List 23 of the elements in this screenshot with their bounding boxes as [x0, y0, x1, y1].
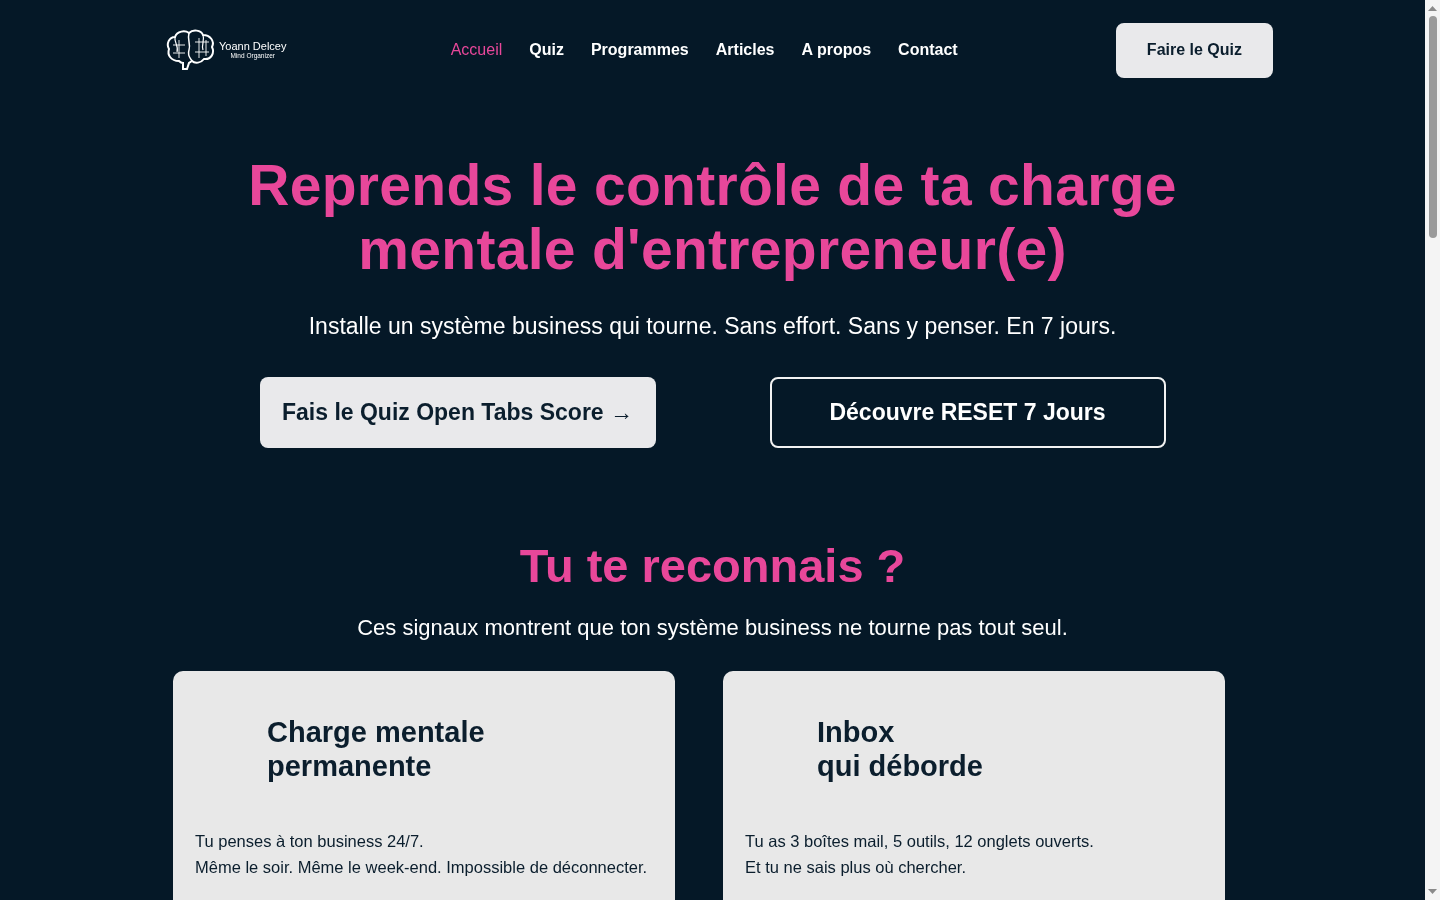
quiz-cta-button[interactable]: Fais le Quiz Open Tabs Score → [259, 377, 656, 448]
nav-link[interactable]: A propos [801, 41, 872, 59]
quiz-button[interactable]: Faire le Quiz [1115, 22, 1273, 78]
scroll-down-icon[interactable] [1428, 889, 1437, 894]
nav-link[interactable]: Accueil [450, 41, 503, 59]
card-title: Inbox qui déborde [817, 715, 984, 783]
section-title: Tu te reconnais ? [519, 538, 906, 594]
scroll-up-icon[interactable] [1428, 6, 1437, 11]
section-subtitle: Ces signaux montrent que ton système business ne tourne pas tout seul. [357, 614, 1068, 642]
nav-link[interactable]: Programmes [590, 41, 689, 59]
scrollbar[interactable] [1425, 0, 1440, 900]
card-title: Charge mentale permanente [267, 715, 486, 783]
brain-logo-icon [165, 28, 217, 72]
hero-title: Reprends le contrôle de ta charge mentale d'entrepreneur(e) [248, 153, 1177, 281]
hero-subtitle: Installe un système business qui tourne. Sans effort. Sans y penser. En 7 jours. [308, 312, 1117, 341]
card-text: Tu as 3 boîtes mail, 5 outils, 12 onglets ouverts. Et tu ne sais plus où chercher. [745, 831, 1095, 878]
card-text: Tu penses à ton business 24/7. Même le soir. Même le week-end. Impossible de déconnecter. [195, 831, 649, 878]
scrollbar-thumb[interactable] [1428, 16, 1437, 238]
logo-name: Yoann Delcey [219, 40, 287, 52]
nav-link[interactable]: Articles [715, 41, 775, 59]
nav-link[interactable]: Quiz [529, 41, 564, 59]
nav-link[interactable]: Contact [898, 41, 958, 59]
program-button[interactable]: Découvre RESET 7 Jours [769, 377, 1166, 448]
